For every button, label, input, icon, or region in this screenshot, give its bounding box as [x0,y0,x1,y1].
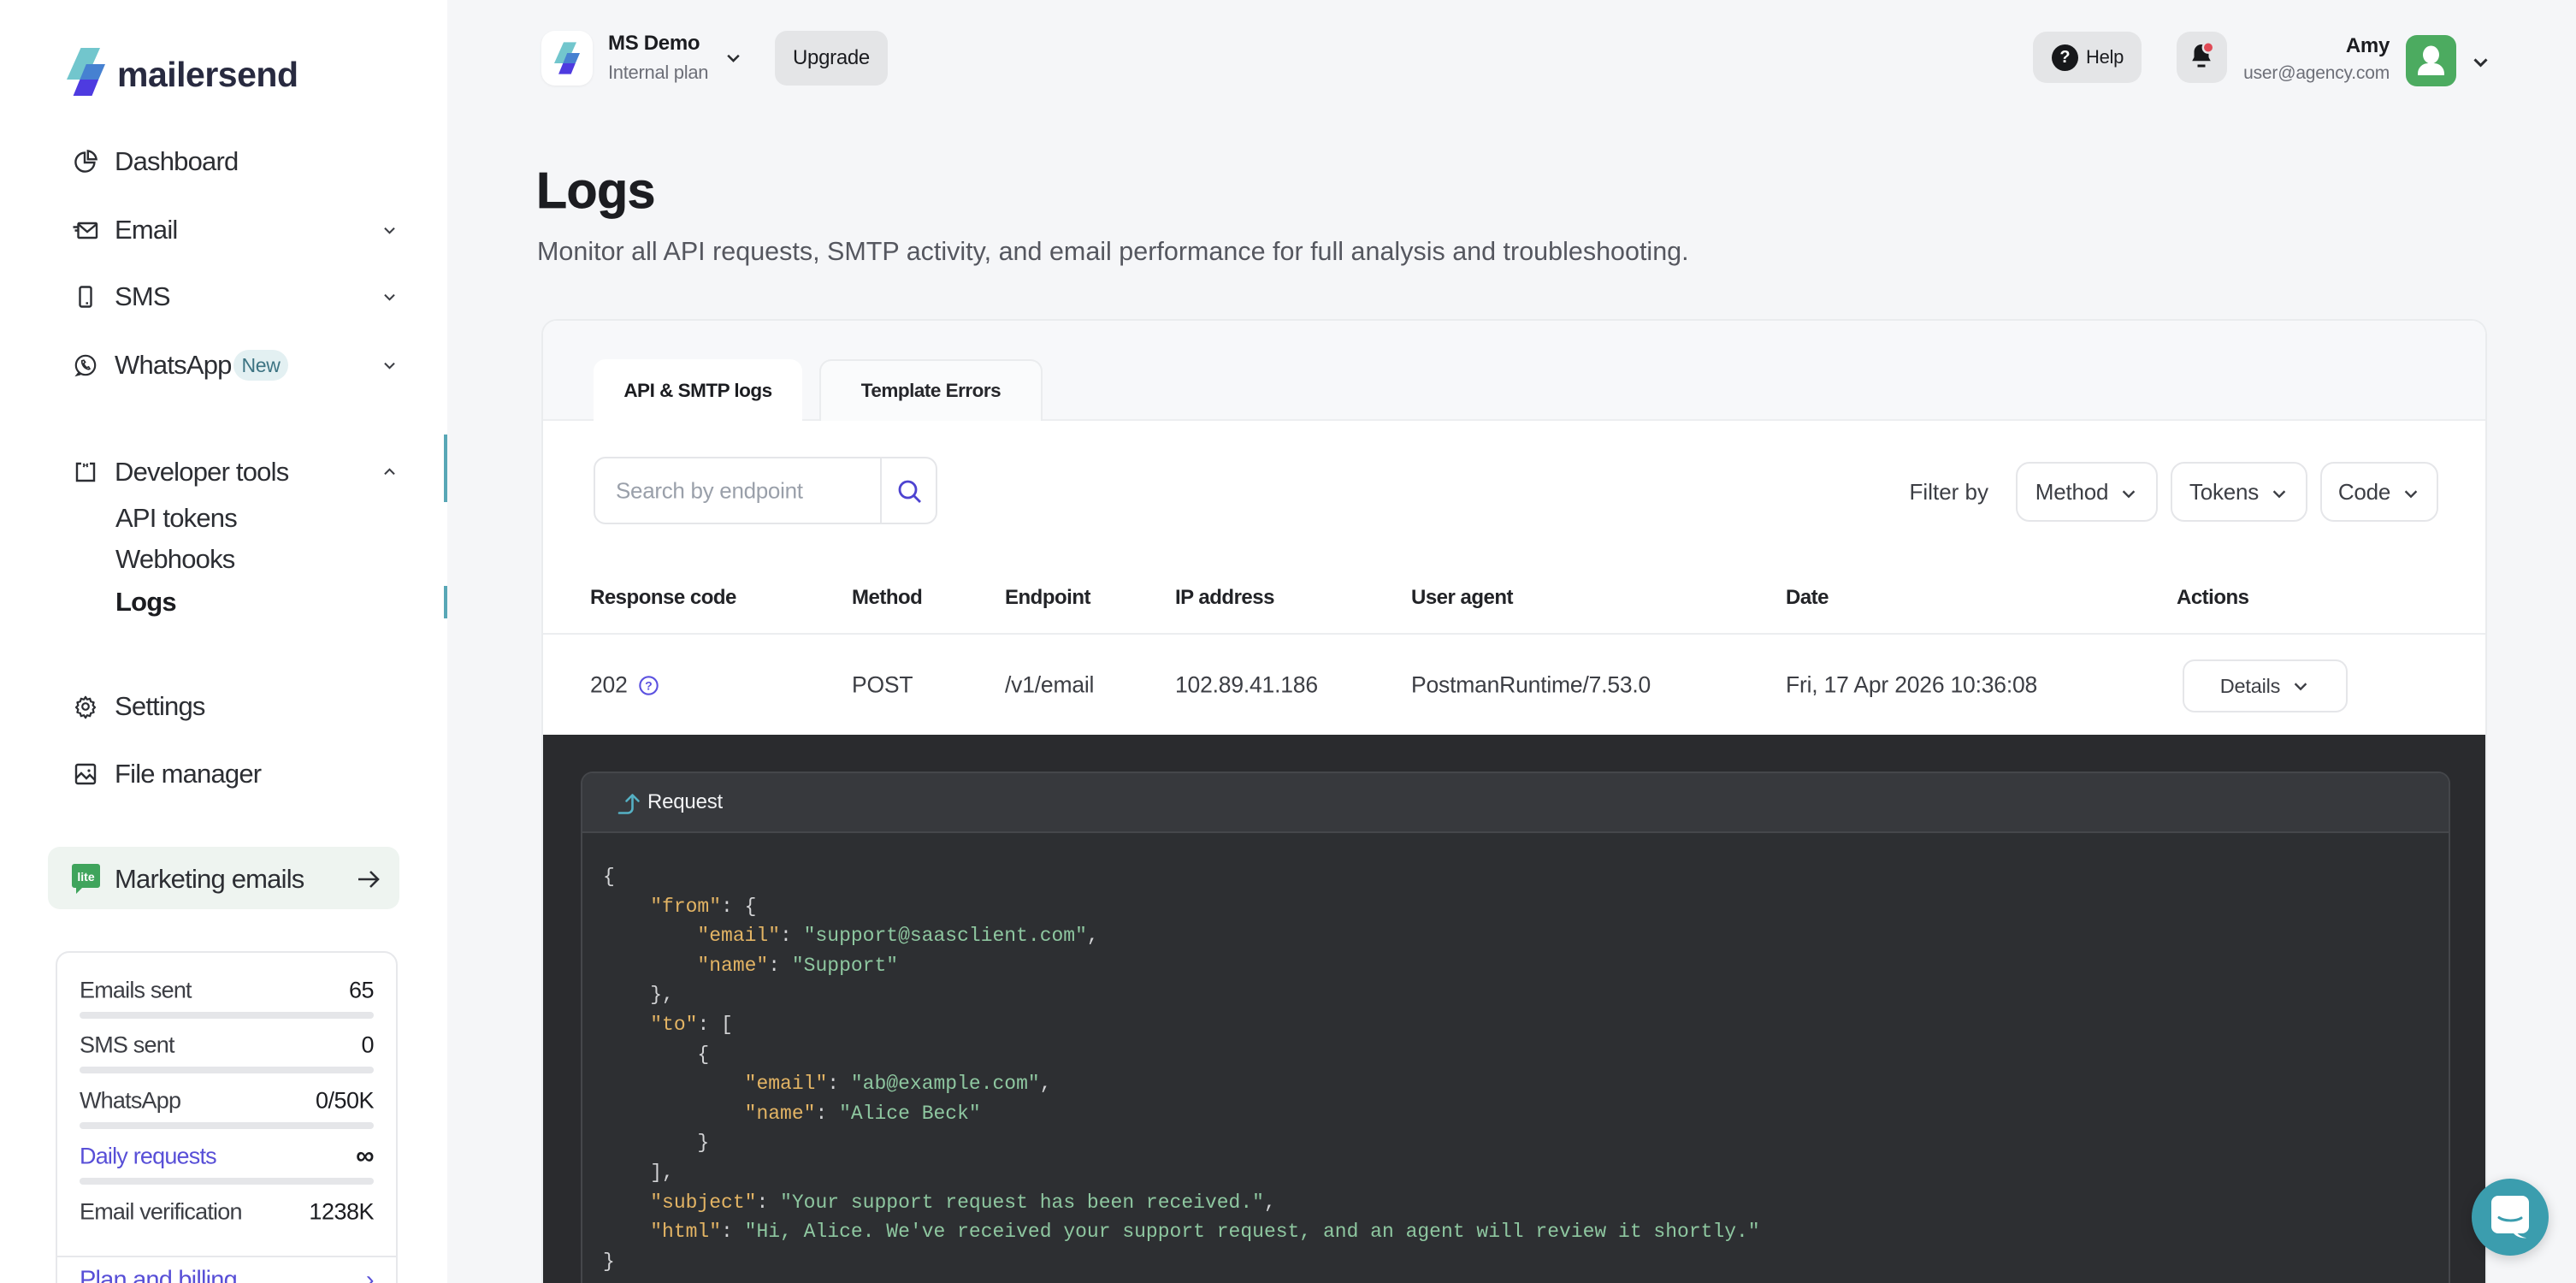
svg-text:lite: lite [77,870,94,884]
svg-text:?: ? [645,678,653,692]
